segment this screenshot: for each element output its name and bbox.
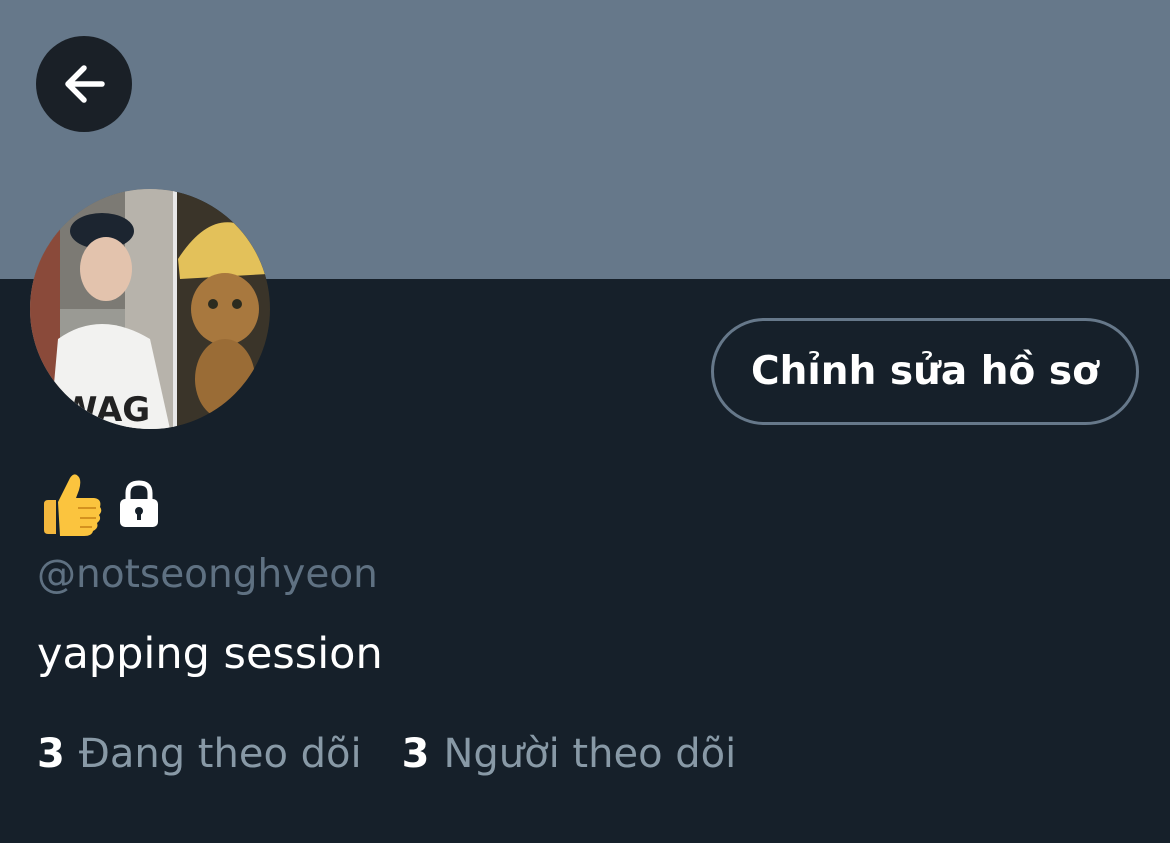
- followers-stat[interactable]: 3 Người theo dõi: [402, 728, 737, 780]
- followers-label: Người theo dõi: [443, 731, 737, 777]
- back-button[interactable]: [36, 36, 132, 132]
- display-name: [36, 468, 164, 540]
- svg-text:WAG: WAG: [60, 390, 150, 429]
- edit-profile-button[interactable]: Chỉnh sửa hồ sơ: [711, 318, 1139, 425]
- profile-handle: @notseonghyeon: [37, 552, 378, 597]
- profile-bio: yapping session: [37, 629, 383, 679]
- arrow-left-icon: [65, 65, 105, 103]
- following-stat[interactable]: 3 Đang theo dõi: [37, 728, 362, 780]
- lock-icon: [120, 480, 158, 527]
- profile-stats: 3 Đang theo dõi 3 Người theo dõi: [37, 728, 776, 780]
- avatar[interactable]: WAG: [30, 189, 270, 429]
- thumbs-up-icon: [44, 474, 102, 536]
- following-label: Đang theo dõi: [78, 731, 362, 777]
- following-count: 3: [37, 731, 65, 777]
- followers-count: 3: [401, 731, 430, 777]
- profile-photo: WAG: [30, 189, 270, 429]
